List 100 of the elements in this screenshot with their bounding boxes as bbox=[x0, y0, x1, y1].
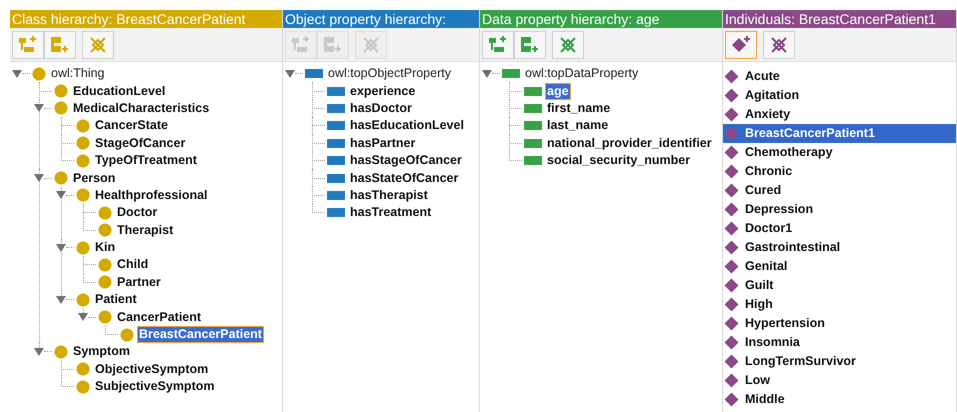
delete-button[interactable] bbox=[552, 30, 584, 58]
circle-icon bbox=[98, 310, 112, 324]
tree-node-label[interactable]: hasTherapist bbox=[348, 186, 430, 204]
delete-icon bbox=[558, 36, 578, 54]
add-sibling-button[interactable] bbox=[514, 30, 546, 58]
diamond-icon bbox=[724, 259, 739, 274]
tree-node-label[interactable]: hasTreatment bbox=[348, 204, 434, 222]
expand-toggle[interactable] bbox=[34, 174, 44, 182]
individual-item[interactable]: Anxiety bbox=[723, 105, 956, 124]
rectangle-icon bbox=[327, 104, 345, 113]
individual-item[interactable]: Cured bbox=[723, 181, 956, 200]
individual-item[interactable]: Insomnia bbox=[723, 333, 956, 352]
expand-toggle[interactable] bbox=[56, 244, 66, 252]
tree-node-label[interactable]: MedicalCharacteristics bbox=[71, 100, 212, 117]
individual-item[interactable]: High bbox=[723, 295, 956, 314]
tree-node-label[interactable]: CancerState bbox=[93, 117, 170, 134]
diamond-icon bbox=[724, 221, 739, 236]
tree-node-label[interactable]: Child bbox=[115, 256, 150, 274]
panel-header: Class hierarchy: BreastCancerPatient bbox=[10, 10, 282, 28]
tree-node-label[interactable]: ObjectiveSymptom bbox=[93, 360, 210, 378]
tree-node-label[interactable]: Therapist bbox=[115, 222, 176, 239]
tree-node-label[interactable]: Partner bbox=[115, 274, 163, 291]
circle-icon bbox=[76, 136, 90, 150]
expand-toggle[interactable] bbox=[12, 70, 22, 78]
tree-node-label[interactable]: Doctor bbox=[115, 204, 160, 222]
tree-node-label[interactable]: EducationLevel bbox=[71, 82, 168, 100]
individual-item[interactable]: Guilt bbox=[723, 276, 956, 295]
rectangle-icon bbox=[305, 69, 323, 78]
circle-icon bbox=[120, 328, 134, 342]
individual-item[interactable]: Middle bbox=[723, 390, 956, 409]
tree-node-label[interactable]: hasStageOfCancer bbox=[348, 152, 464, 170]
rectangle-icon bbox=[327, 156, 345, 166]
add-individual-icon bbox=[731, 36, 751, 54]
rectangle-icon bbox=[327, 138, 345, 148]
delete-icon bbox=[88, 36, 108, 54]
individual-item[interactable]: Acute bbox=[723, 67, 956, 86]
circle-icon bbox=[76, 240, 90, 255]
tree-node-label[interactable]: Person bbox=[71, 170, 118, 187]
individual-item[interactable]: Agitation bbox=[723, 86, 956, 105]
tree-node-label[interactable]: Symptom bbox=[71, 343, 132, 360]
tree-node-label[interactable]: last_name bbox=[545, 117, 610, 134]
tree-node-label[interactable]: owl:Thing bbox=[49, 65, 106, 82]
add-individual-button[interactable] bbox=[725, 30, 757, 58]
individual-item[interactable]: Chronic bbox=[723, 162, 956, 181]
tree-node-label[interactable]: SubjectiveSymptom bbox=[93, 378, 216, 396]
expand-toggle[interactable] bbox=[34, 348, 44, 356]
circle-icon bbox=[98, 206, 112, 220]
tree-node-label[interactable]: age bbox=[545, 82, 571, 100]
tree-node-label[interactable]: owl:topObjectProperty bbox=[326, 65, 453, 82]
add-child-icon bbox=[488, 36, 508, 54]
expand-toggle[interactable] bbox=[482, 70, 492, 78]
individual-item[interactable]: Hypertension bbox=[723, 314, 956, 333]
tree-node-label[interactable]: social_security_number bbox=[545, 152, 692, 170]
individual-item[interactable]: LongTermSurvivor bbox=[723, 352, 956, 371]
tree-node-label[interactable]: StageOfCancer bbox=[93, 134, 188, 152]
circle-icon bbox=[76, 188, 90, 202]
expand-toggle[interactable] bbox=[285, 70, 295, 78]
tree-node-label[interactable]: hasDoctor bbox=[348, 100, 414, 117]
delete-icon bbox=[769, 36, 789, 54]
expand-toggle[interactable] bbox=[34, 104, 44, 112]
add-child-button[interactable] bbox=[482, 30, 514, 58]
individual-item[interactable]: Genital bbox=[723, 257, 956, 276]
individual-item[interactable]: Chemotherapy bbox=[723, 143, 956, 162]
diamond-icon bbox=[724, 354, 739, 369]
tree-node-label[interactable]: experience bbox=[348, 82, 418, 100]
rectangle-icon bbox=[524, 138, 542, 148]
tree-node-label[interactable]: Healthprofessional bbox=[93, 186, 210, 204]
delete-button[interactable] bbox=[763, 30, 795, 58]
diamond-icon bbox=[724, 69, 739, 84]
rectangle-icon bbox=[524, 121, 542, 130]
tree-node-label[interactable]: Kin bbox=[93, 239, 118, 256]
panel-header: Object property hierarchy: bbox=[283, 10, 479, 28]
tree-node-label[interactable]: hasPartner bbox=[348, 134, 418, 152]
delete-icon bbox=[361, 36, 381, 54]
tree-node-label[interactable]: national_provider_identifier bbox=[545, 134, 714, 152]
individual-item[interactable]: BreastCancerPatient1 bbox=[723, 124, 956, 143]
circle-icon bbox=[76, 154, 90, 168]
diamond-icon bbox=[724, 183, 739, 198]
tree-node-label[interactable]: BreastCancerPatient bbox=[137, 326, 264, 344]
tree-node-label[interactable]: CancerPatient bbox=[115, 308, 204, 326]
rectangle-icon bbox=[524, 104, 542, 113]
expand-toggle[interactable] bbox=[56, 191, 66, 200]
individual-item[interactable]: Low bbox=[723, 371, 956, 390]
tree-node-label[interactable]: first_name bbox=[545, 100, 612, 117]
panel-header: Individuals: BreastCancerPatient1 bbox=[723, 10, 956, 28]
rectangle-icon bbox=[502, 69, 520, 78]
individual-item[interactable]: Gastrointestinal bbox=[723, 238, 956, 257]
tree-node-label[interactable]: TypeOfTreatment bbox=[93, 152, 199, 170]
add-sibling-icon bbox=[323, 36, 343, 54]
rectangle-icon bbox=[327, 190, 345, 200]
individual-item[interactable]: Doctor1 bbox=[723, 219, 956, 238]
tree-node-label[interactable]: hasStateOfCancer bbox=[348, 170, 460, 187]
expand-toggle[interactable] bbox=[78, 313, 88, 322]
tree-node-label[interactable]: hasEducationLevel bbox=[348, 117, 466, 134]
tree-node-label[interactable]: owl:topDataProperty bbox=[523, 65, 640, 82]
expand-toggle[interactable] bbox=[56, 296, 66, 304]
add-sibling-icon bbox=[50, 36, 70, 54]
circle-icon bbox=[76, 362, 90, 376]
individual-item[interactable]: Depression bbox=[723, 200, 956, 219]
tree-node-label[interactable]: Patient bbox=[93, 291, 139, 308]
